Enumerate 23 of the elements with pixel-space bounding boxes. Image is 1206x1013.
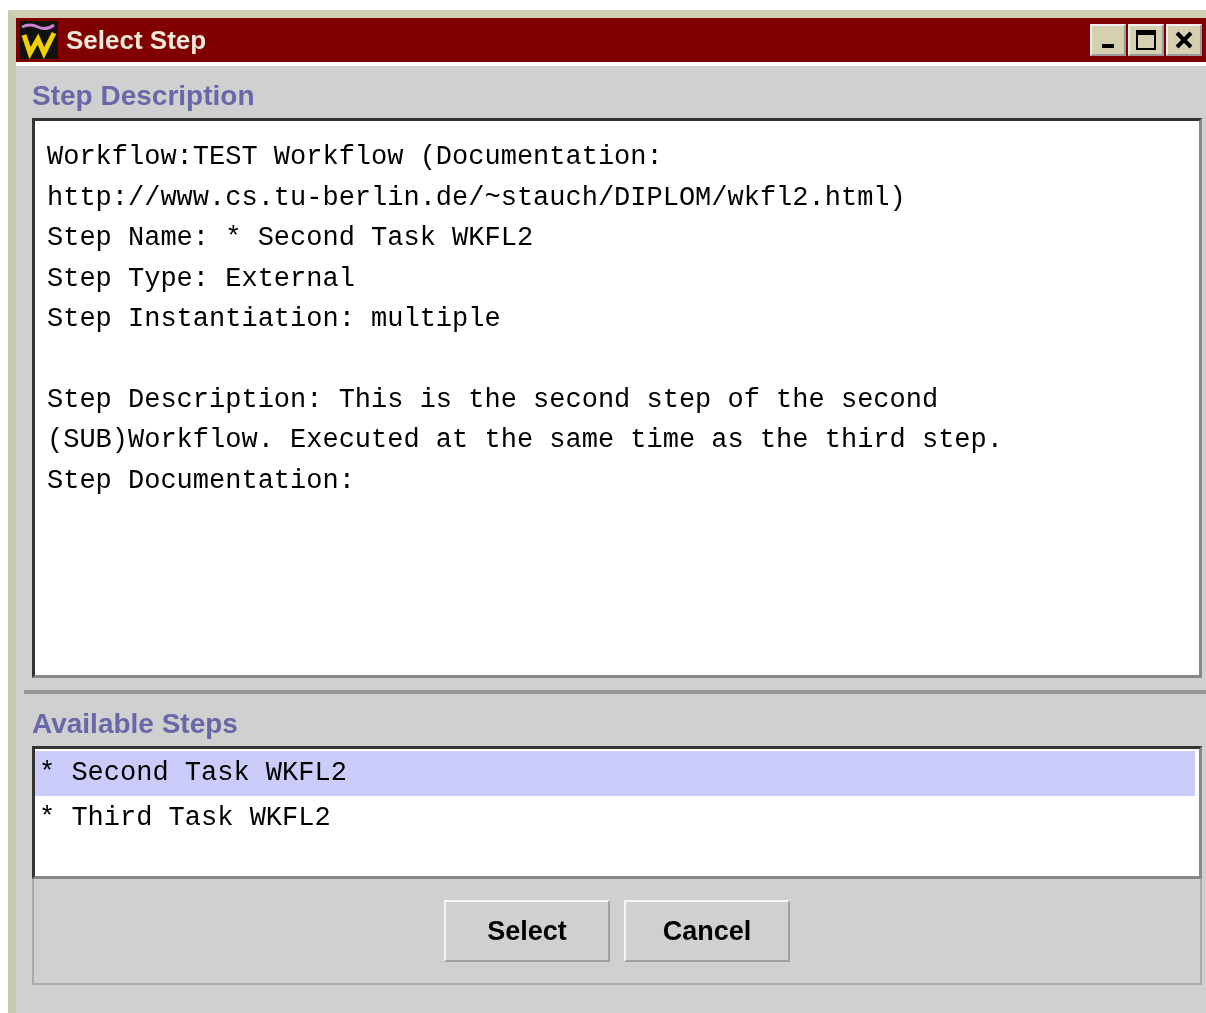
step-list-item[interactable]: * Second Task WKFL2 xyxy=(35,751,1195,796)
description-line: Step Type: External xyxy=(47,262,356,296)
maximize-button[interactable] xyxy=(1128,24,1164,56)
window-title: Select Step xyxy=(66,24,208,56)
minimize-icon xyxy=(1102,44,1114,48)
section-heading: Step Description xyxy=(32,80,256,112)
step-list-item[interactable]: * Third Task WKFL2 xyxy=(35,796,1195,841)
close-icon xyxy=(1174,30,1194,50)
close-button[interactable] xyxy=(1166,24,1202,56)
description-line: Workflow:TEST Workflow (Documentation: xyxy=(47,141,664,174)
section-heading: Available Steps xyxy=(32,708,239,740)
description-line: (SUB)Workflow. Executed at the same time as the third step. xyxy=(47,424,1004,457)
minimize-button[interactable] xyxy=(1090,24,1126,56)
description-line: Step Documentation: xyxy=(47,464,356,498)
description-line: http://www.cs.tu-berlin.de/~stauch/DIPLOM/wkfl2.html) xyxy=(47,181,907,215)
cancel-button[interactable]: Cancel xyxy=(624,900,790,962)
select-button[interactable]: Select xyxy=(444,900,610,962)
description-line: Step Description: This is the second step of the second xyxy=(47,383,940,417)
maximize-icon xyxy=(1135,29,1157,51)
description-text-area[interactable] xyxy=(32,118,1202,678)
description-line: Step Instantiation: multiple xyxy=(47,303,502,336)
app-logo-icon xyxy=(20,21,58,59)
description-line: Step Name: * Second Task WKFL2 xyxy=(47,222,535,255)
